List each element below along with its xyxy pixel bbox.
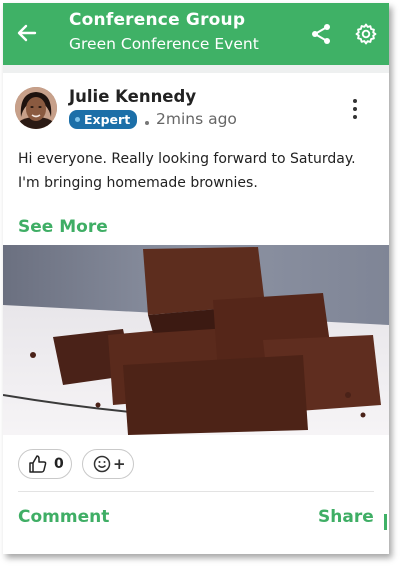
- event-subtitle: Green Conference Event: [69, 35, 259, 53]
- thumbs-up-icon: [29, 455, 47, 473]
- group-title: Conference Group: [69, 10, 246, 30]
- share-header-button[interactable]: [309, 22, 333, 46]
- share-icon: [312, 24, 330, 44]
- more-vertical-icon[interactable]: [348, 97, 362, 121]
- add-reaction-plus: +: [113, 455, 126, 473]
- meta-separator: [145, 121, 149, 125]
- header-divider: [3, 65, 389, 73]
- arrow-left-icon: [17, 24, 37, 42]
- add-reaction-button[interactable]: +: [82, 449, 134, 479]
- gear-icon: [355, 23, 377, 45]
- badge-label: Expert: [84, 112, 131, 127]
- post-image[interactable]: [3, 245, 389, 435]
- comment-button[interactable]: Comment: [18, 507, 109, 527]
- post-card: Conference Group Green Conference Event: [3, 3, 389, 554]
- app-header: Conference Group Green Conference Event: [3, 3, 389, 65]
- smiley-icon: [93, 455, 111, 473]
- see-more-link[interactable]: See More: [18, 217, 108, 237]
- avatar[interactable]: [15, 87, 57, 129]
- scroll-edge-indicator: [384, 514, 387, 530]
- back-button[interactable]: [15, 21, 39, 45]
- like-count: 0: [54, 456, 64, 472]
- badge-dot: [75, 117, 80, 122]
- settings-button[interactable]: [354, 22, 378, 46]
- status-badge: Expert: [69, 110, 138, 129]
- post-text: Hi everyone. Really looking forward to S…: [18, 151, 356, 191]
- actions-divider: [18, 491, 374, 492]
- share-button[interactable]: Share: [318, 507, 374, 527]
- post-timestamp: 2mins ago: [156, 110, 237, 128]
- like-button[interactable]: 0: [18, 449, 72, 479]
- author-name[interactable]: Julie Kennedy: [69, 87, 196, 106]
